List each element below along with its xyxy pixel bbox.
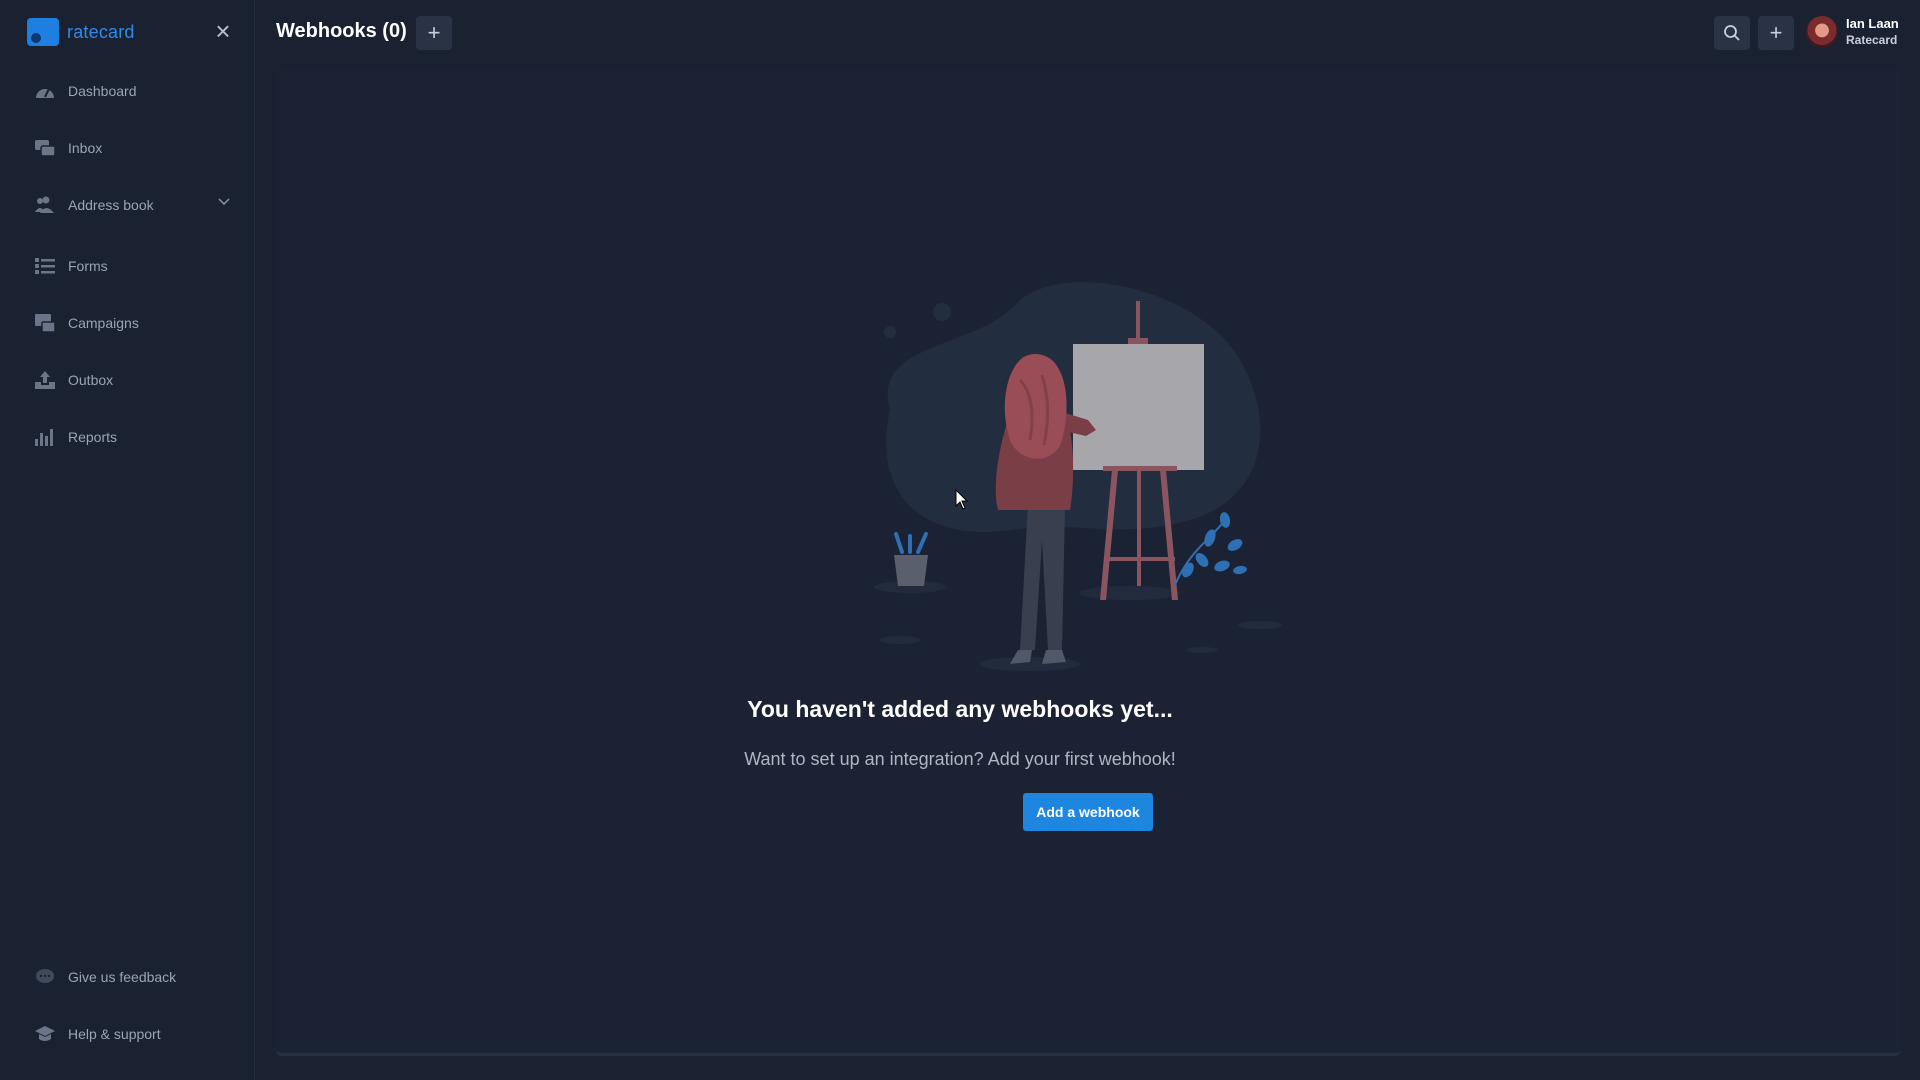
empty-state-title: You haven't added any webhooks yet... <box>747 696 1173 722</box>
sidebar-item-label: Dashboard <box>68 83 137 99</box>
sidebar-item-outbox[interactable]: Outbox <box>34 365 230 395</box>
sidebar-item-reports[interactable]: Reports <box>34 422 230 452</box>
dashboard-gauge-icon <box>34 81 56 101</box>
search-icon <box>1724 25 1740 41</box>
empty-state-subtitle: Want to set up an integration? Add your … <box>744 749 1176 769</box>
graduation-cap-icon <box>34 1024 56 1044</box>
create-button[interactable]: + <box>1758 16 1794 50</box>
sidebar-item-dashboard[interactable]: Dashboard <box>34 76 230 106</box>
sidebar-item-label: Help & support <box>68 1026 161 1042</box>
forms-list-icon <box>34 256 56 276</box>
ratecard-logo-icon <box>27 18 59 46</box>
plus-icon: + <box>1769 20 1783 45</box>
sidebar-item-label: Reports <box>68 429 118 445</box>
sidebar-item-address-book[interactable]: Address book <box>34 190 230 220</box>
bar-chart-icon <box>34 427 56 447</box>
add-webhook-button[interactable]: Add a webhook <box>1023 793 1153 831</box>
contacts-icon <box>34 195 56 215</box>
add-webhook-header-button[interactable]: + <box>416 16 452 50</box>
avatar <box>1806 16 1838 48</box>
sidebar-item-label: Address book <box>68 197 154 213</box>
search-button[interactable] <box>1714 16 1750 50</box>
sidebar: ratecard × Dashboard Inbox Address book … <box>0 0 255 1080</box>
feedback-chat-icon <box>34 967 56 987</box>
close-icon: × <box>215 16 231 46</box>
sidebar-item-label: Inbox <box>68 140 103 156</box>
page-title: Webhooks (0) <box>276 20 407 42</box>
plus-icon: + <box>427 20 441 45</box>
sidebar-item-inbox[interactable]: Inbox <box>34 133 230 163</box>
close-sidebar-button[interactable]: × <box>212 18 234 44</box>
sidebar-item-help[interactable]: Help & support <box>34 1019 230 1049</box>
brand-name: ratecard <box>67 21 135 42</box>
sidebar-item-forms[interactable]: Forms <box>34 251 230 281</box>
empty-state-illustration <box>874 282 1282 671</box>
sidebar-item-label: Campaigns <box>68 315 139 331</box>
outbox-upload-icon <box>34 370 56 390</box>
sidebar-item-label: Outbox <box>68 372 114 388</box>
campaigns-icon <box>34 313 56 333</box>
chevron-down-icon[interactable] <box>218 195 230 209</box>
sidebar-item-campaigns[interactable]: Campaigns <box>34 308 230 338</box>
ratecard-logo[interactable]: ratecard <box>27 18 135 46</box>
sidebar-item-label: Give us feedback <box>68 969 177 985</box>
sidebar-item-label: Forms <box>68 258 108 274</box>
sidebar-item-feedback[interactable]: Give us feedback <box>34 962 230 992</box>
mouse-cursor-icon <box>955 489 969 510</box>
user-menu[interactable]: Ian Laan Ratecard <box>1806 16 1899 48</box>
inbox-chat-icon <box>34 138 56 158</box>
user-name: Ian Laan <box>1846 16 1899 31</box>
user-org: Ratecard <box>1846 33 1898 47</box>
